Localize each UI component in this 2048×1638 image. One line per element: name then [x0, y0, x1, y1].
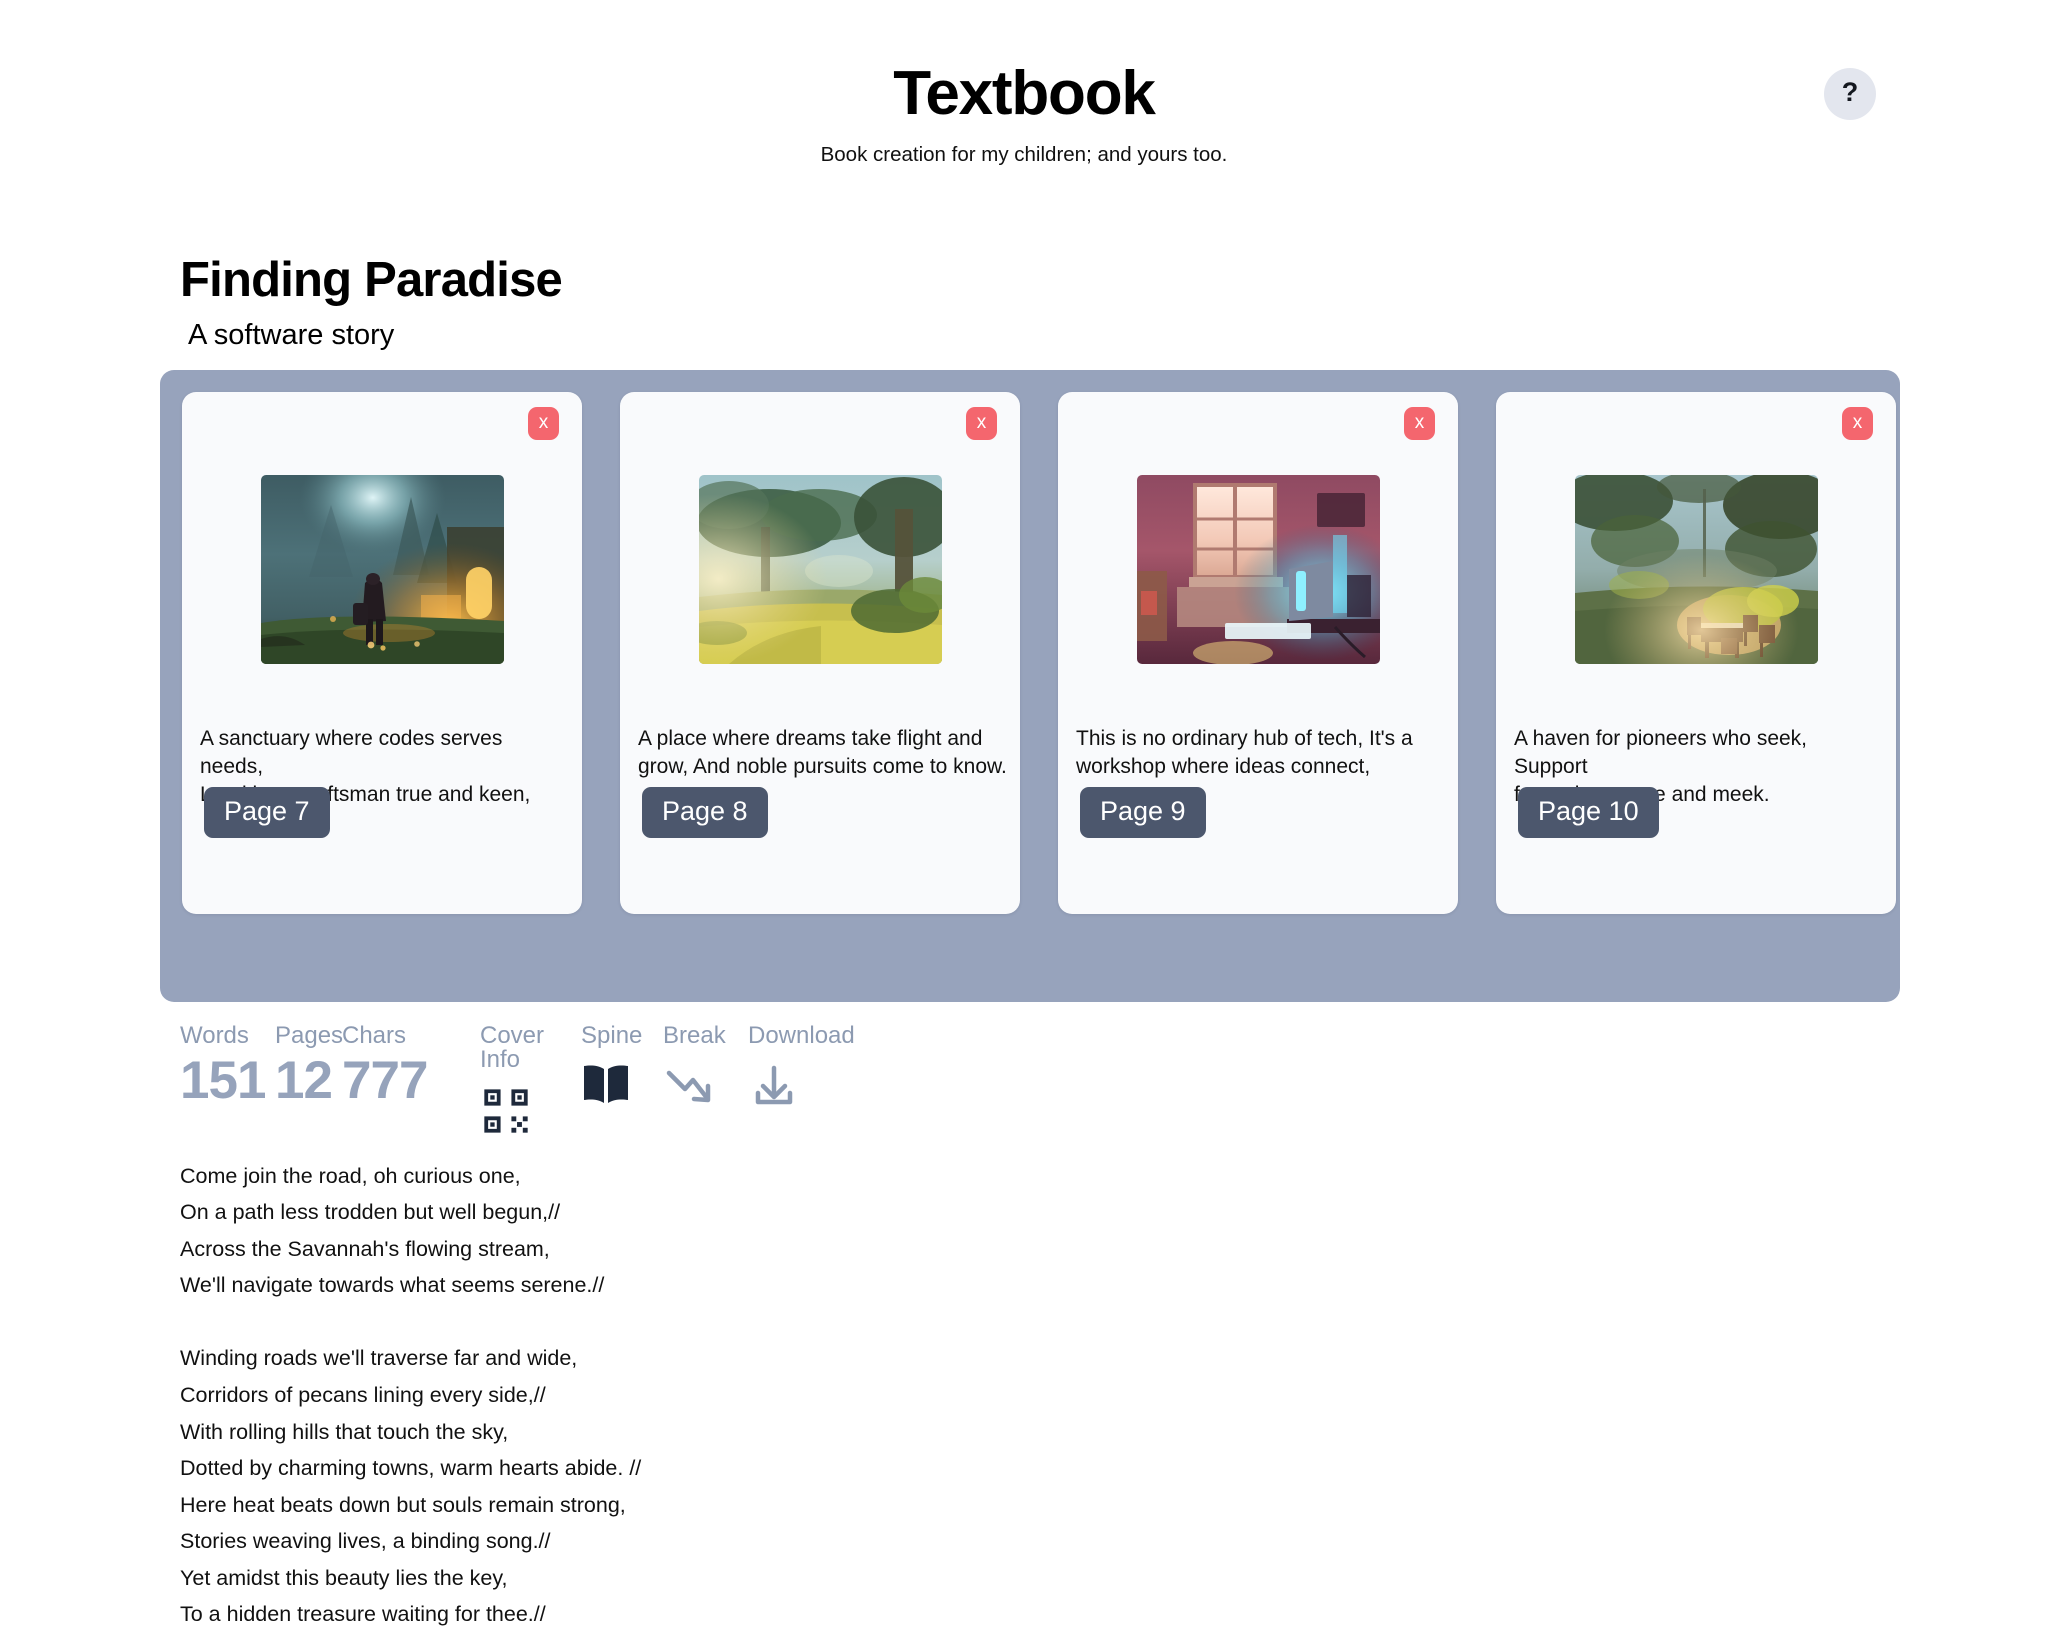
- stat-words: Words 151: [180, 1021, 275, 1110]
- stat-words-label: Words: [180, 1021, 249, 1049]
- stat-chars-label: Chars: [342, 1021, 407, 1049]
- zigzag-down-arrow-icon[interactable]: [663, 1058, 719, 1116]
- manuscript-body[interactable]: Come join the road, oh curious one, On a…: [0, 1158, 1600, 1638]
- page-card[interactable]: x A place where dreams take flight and g…: [620, 391, 1020, 914]
- qr-code-icon[interactable]: [480, 1082, 532, 1140]
- stat-chars-value: 777: [342, 1050, 428, 1110]
- stats-bar: Words 151 Pages 12 Chars 777 Cover Info: [0, 1021, 2048, 1140]
- card-image-wrap: [182, 392, 582, 664]
- page-card[interactable]: x A sanctuary where codes serves needs, …: [182, 391, 582, 914]
- spine-action[interactable]: Spine: [581, 1021, 649, 1116]
- garden-table-chairs-illustration: [1574, 474, 1818, 664]
- stat-chars: Chars 777: [342, 1021, 438, 1110]
- page-badge[interactable]: Page 10: [1518, 786, 1659, 838]
- page-carousel[interactable]: x A sanctuary where codes serves needs, …: [160, 369, 1900, 1002]
- close-icon[interactable]: x: [1404, 406, 1435, 440]
- book-subtitle: A software story: [188, 318, 395, 351]
- close-icon[interactable]: x: [966, 406, 997, 440]
- download-action[interactable]: Download: [748, 1021, 858, 1116]
- app-header: Textbook Book creation for my children; …: [0, 0, 2048, 167]
- card-image-wrap: [1496, 392, 1896, 664]
- spine-label: Spine: [581, 1021, 643, 1049]
- card-text: This is no ordinary hub of tech, It's a …: [1076, 726, 1413, 778]
- open-book-icon[interactable]: [581, 1058, 631, 1116]
- page-card[interactable]: x A haven for pioneers who seek, Support…: [1496, 391, 1896, 914]
- card-image-wrap: [1058, 392, 1458, 664]
- carousel-track[interactable]: x A sanctuary where codes serves needs, …: [160, 370, 1900, 1002]
- break-label: Break: [663, 1021, 726, 1049]
- download-label: Download: [748, 1021, 855, 1049]
- stat-pages-value: 12: [275, 1050, 333, 1110]
- foggy-village-traveler-illustration: [260, 474, 504, 664]
- cover-info-action[interactable]: Cover Info: [480, 1021, 566, 1140]
- app-subtitle: Book creation for my children; and yours…: [820, 143, 1228, 167]
- pink-workshop-monitor-illustration: [1136, 474, 1380, 664]
- book-heading: Finding Paradise A software story: [0, 253, 2048, 351]
- card-text: A place where dreams take flight and gro…: [638, 726, 1007, 778]
- close-icon[interactable]: x: [1842, 406, 1873, 440]
- break-action[interactable]: Break: [663, 1021, 731, 1116]
- page-badge[interactable]: Page 9: [1080, 786, 1206, 838]
- page-badge[interactable]: Page 8: [642, 786, 768, 838]
- page-card[interactable]: x This is no ordinary hub of tech, It's …: [1058, 391, 1458, 914]
- download-icon[interactable]: [748, 1058, 800, 1116]
- page-badge[interactable]: Page 7: [204, 786, 330, 838]
- cover-info-label: Cover Info: [480, 1021, 545, 1073]
- help-icon[interactable]: ?: [1824, 68, 1876, 120]
- card-image-wrap: [620, 392, 1020, 664]
- close-icon[interactable]: x: [528, 406, 559, 440]
- stat-words-value: 151: [180, 1050, 266, 1110]
- book-title: Finding Paradise: [180, 253, 563, 308]
- page-title: Textbook: [893, 59, 1156, 128]
- misty-forest-clearing-illustration: [698, 474, 942, 664]
- stat-pages: Pages 12: [275, 1021, 344, 1110]
- stat-pages-label: Pages: [275, 1021, 344, 1049]
